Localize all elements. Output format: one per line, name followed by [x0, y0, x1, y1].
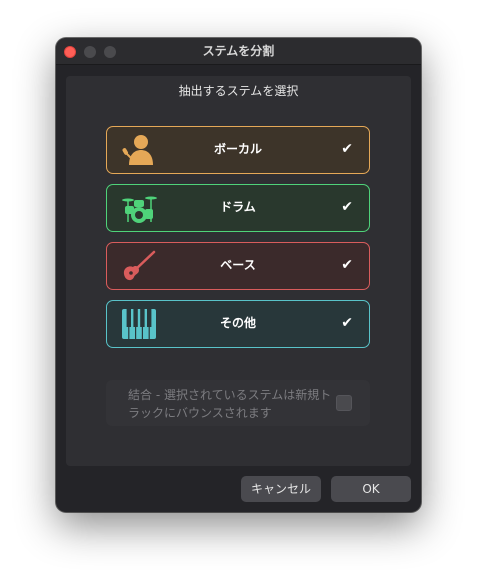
merge-description-line-1: 結合 - 選択されているステムは新規ト: [128, 388, 332, 402]
merge-option: 結合 - 選択されているステムは新規ト ラックにバウンスされます: [106, 380, 370, 426]
stem-option-bass[interactable]: ベース ✔: [106, 242, 370, 290]
stem-option-drums[interactable]: ドラム ✔: [106, 184, 370, 232]
checkmark-icon: ✔: [341, 257, 353, 273]
merge-description-line-2: ラックにバウンスされます: [128, 406, 272, 420]
stem-label-drums: ドラム: [220, 200, 256, 214]
stem-label-other: その他: [219, 316, 256, 330]
checkmark-icon: ✔: [341, 315, 353, 331]
stem-label-bass: ベース: [220, 258, 256, 272]
dialog-subtitle: 抽出するステムを選択: [178, 84, 299, 98]
checkmark-icon: ✔: [341, 141, 353, 157]
cancel-button[interactable]: キャンセル: [241, 476, 321, 502]
merge-checkbox[interactable]: [336, 395, 352, 411]
stem-option-vocals[interactable]: ボーカル ✔: [106, 126, 370, 174]
title-bar: ステムを分割: [56, 38, 421, 65]
merge-description: 結合 - 選択されているステムは新規ト ラックにバウンスされます: [128, 386, 338, 422]
ok-button[interactable]: OK: [331, 476, 411, 502]
checkmark-icon: ✔: [341, 199, 353, 215]
stem-label-vocals: ボーカル: [213, 142, 262, 156]
stem-option-other[interactable]: その他 ✔: [106, 300, 370, 348]
window-title: ステムを分割: [202, 44, 275, 58]
split-stems-dialog: ステムを分割 抽出するステムを選択 ボーカル ✔ ドラム ✔ ベース ✔ その他…: [56, 38, 421, 512]
